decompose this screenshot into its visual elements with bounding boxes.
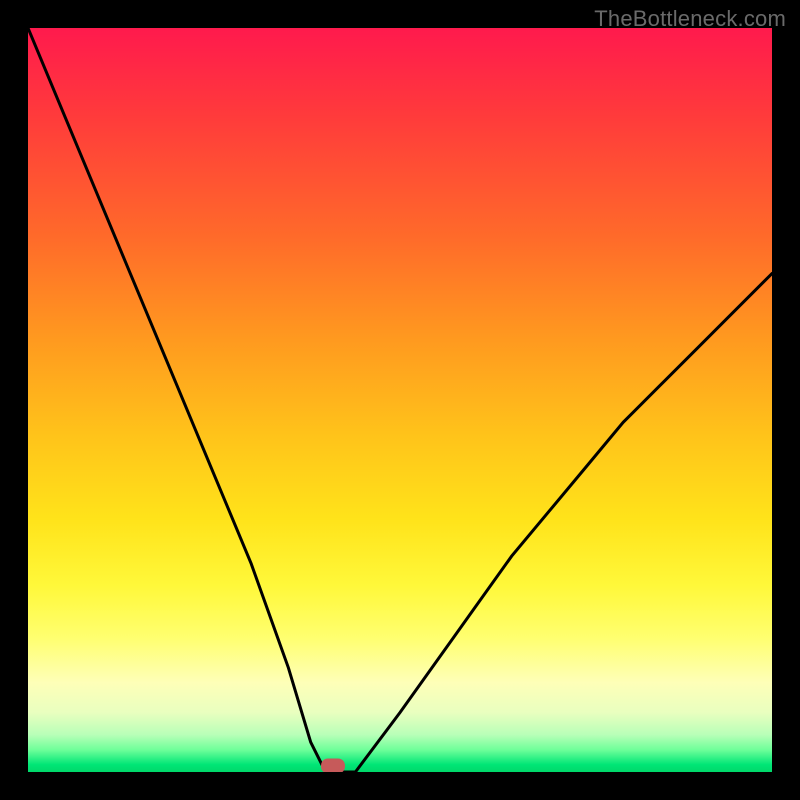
bottleneck-curve bbox=[28, 28, 772, 772]
optimal-marker bbox=[321, 759, 345, 773]
chart-container: TheBottleneck.com bbox=[0, 0, 800, 800]
plot-area bbox=[28, 28, 772, 772]
